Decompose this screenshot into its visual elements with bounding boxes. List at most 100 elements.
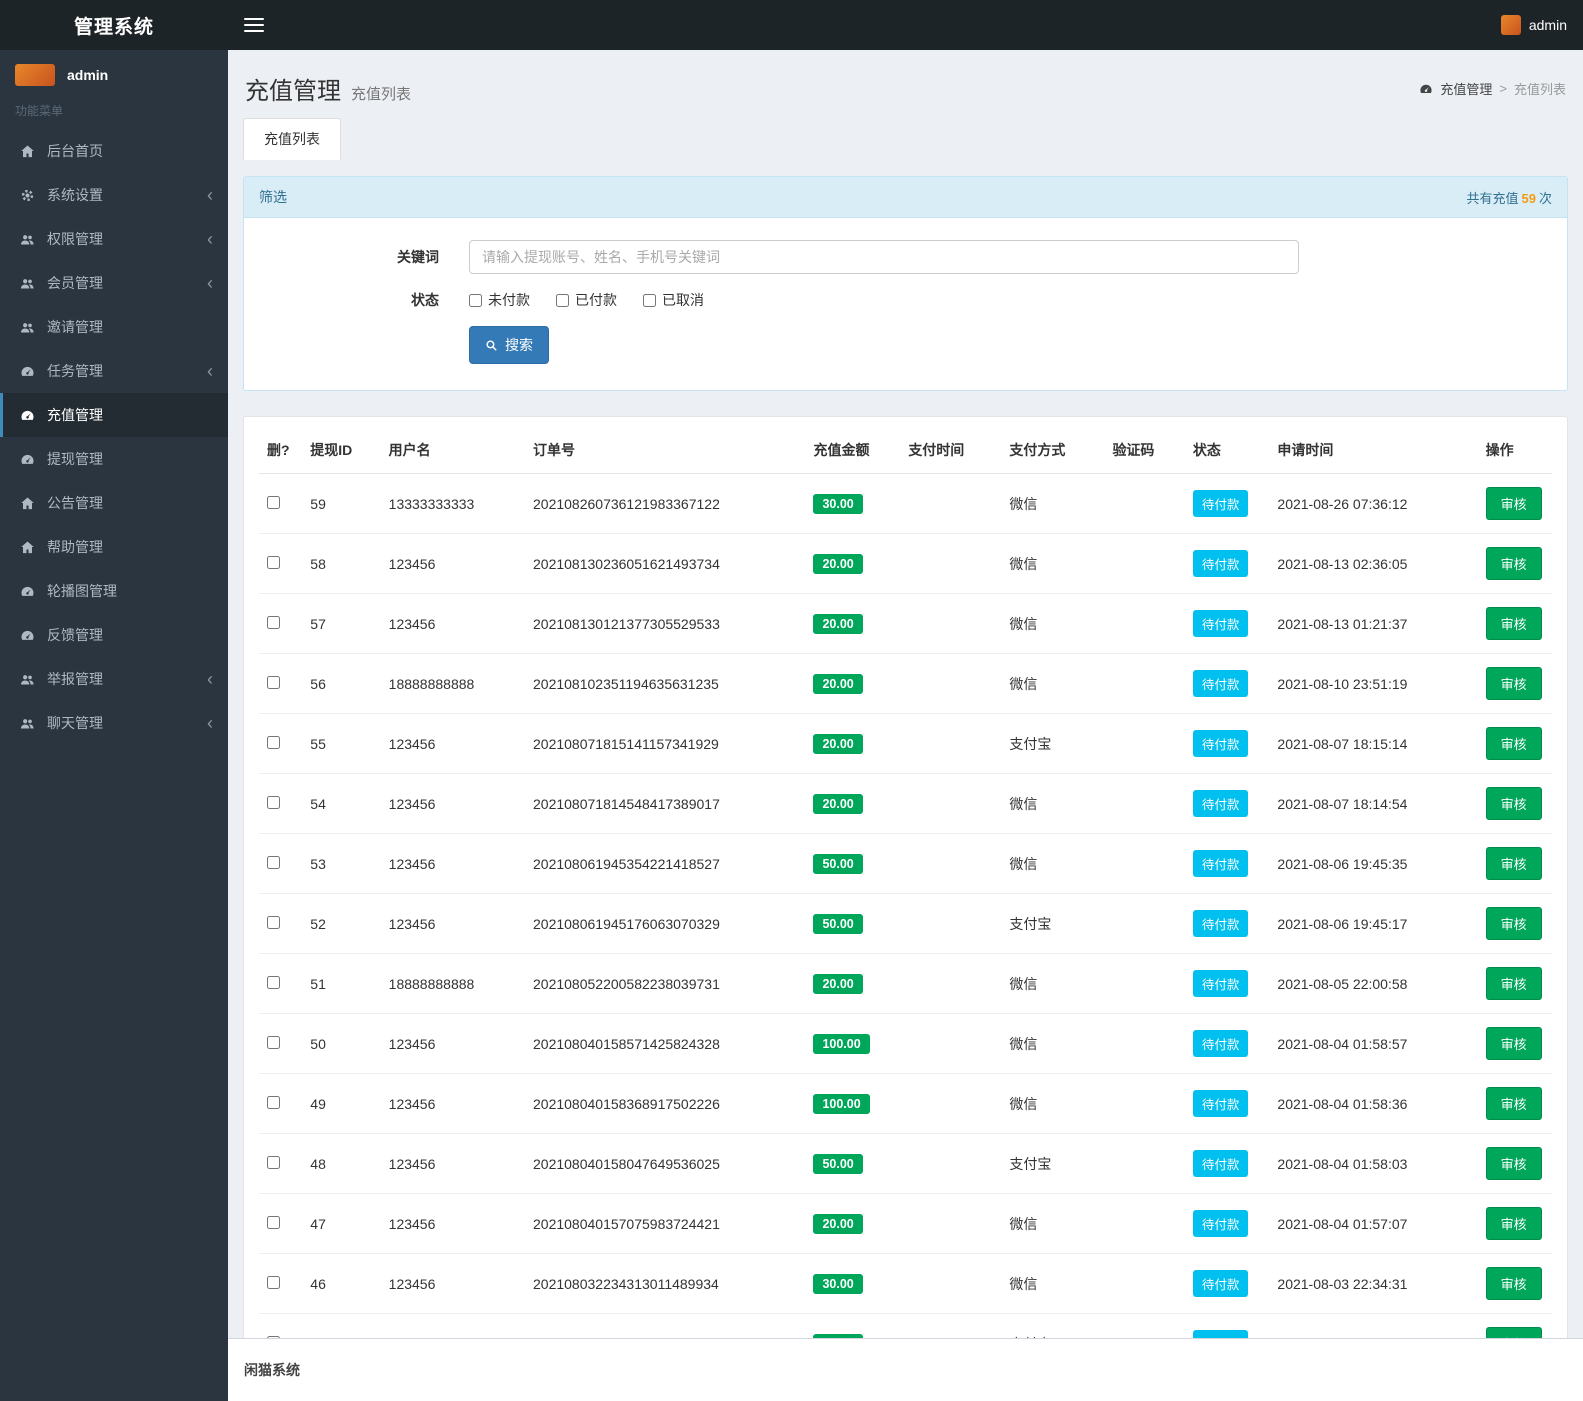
sidebar-item-11[interactable]: 反馈管理: [0, 613, 228, 657]
audit-button[interactable]: 审核: [1486, 1147, 1542, 1180]
audit-button[interactable]: 审核: [1486, 967, 1542, 1000]
pay-time: [900, 1254, 1001, 1314]
chevron-left-icon: ‹: [207, 274, 213, 292]
audit-button[interactable]: 审核: [1486, 1327, 1542, 1338]
apply-time: 2021-08-26 07:36:12: [1269, 474, 1477, 534]
status-option-label: 已取消: [662, 290, 704, 310]
audit-button[interactable]: 审核: [1486, 547, 1542, 580]
order-no: 202108061945176063070329: [525, 894, 805, 954]
breadcrumb-root-link[interactable]: 充值管理: [1440, 79, 1492, 98]
audit-button[interactable]: 审核: [1486, 907, 1542, 940]
delete-checkbox[interactable]: [267, 1096, 280, 1109]
chevron-left-icon: ‹: [207, 230, 213, 248]
page-title: 充值管理: [245, 71, 341, 106]
delete-checkbox[interactable]: [267, 616, 280, 629]
user-avatar-small: [1501, 15, 1521, 35]
audit-button[interactable]: 审核: [1486, 1207, 1542, 1240]
delete-checkbox[interactable]: [267, 1216, 280, 1229]
amount-badge: 50.00: [813, 914, 862, 934]
audit-button[interactable]: 审核: [1486, 1087, 1542, 1120]
username: 123456: [381, 894, 525, 954]
sidebar-item-label: 提现管理: [47, 449, 103, 469]
sidebar-item-1[interactable]: 系统设置‹: [0, 173, 228, 217]
search-button[interactable]: 搜索: [469, 326, 549, 364]
order-no: 202108260736121983367122: [525, 474, 805, 534]
verify-code: [1104, 534, 1184, 594]
username: 123456: [381, 534, 525, 594]
status-option-2[interactable]: 已取消: [643, 290, 704, 310]
keyword-input[interactable]: [469, 240, 1299, 274]
table-row: 5812345620210813023605162149373420.00微信待…: [259, 534, 1552, 594]
status-checkbox[interactable]: [643, 294, 656, 307]
order-no: 202108040158571425824328: [525, 1014, 805, 1074]
pay-method: 微信: [1001, 474, 1104, 534]
delete-checkbox[interactable]: [267, 496, 280, 509]
pay-method: 微信: [1001, 1014, 1104, 1074]
delete-checkbox[interactable]: [267, 976, 280, 989]
column-header: 订单号: [525, 427, 805, 474]
delete-checkbox[interactable]: [267, 1156, 280, 1169]
verify-code: [1104, 594, 1184, 654]
delete-checkbox[interactable]: [267, 1036, 280, 1049]
status-badge: 待付款: [1193, 1270, 1249, 1297]
pay-time: [900, 1014, 1001, 1074]
sidebar-user-panel: admin: [0, 50, 228, 90]
audit-button[interactable]: 审核: [1486, 1027, 1542, 1060]
audit-button[interactable]: 审核: [1486, 607, 1542, 640]
sidebar-item-9[interactable]: 帮助管理: [0, 525, 228, 569]
status-checkbox[interactable]: [556, 294, 569, 307]
verify-code: [1104, 774, 1184, 834]
sidebar-item-12[interactable]: 举报管理‹: [0, 657, 228, 701]
delete-checkbox[interactable]: [267, 736, 280, 749]
sidebar-item-10[interactable]: 轮播图管理: [0, 569, 228, 613]
delete-checkbox[interactable]: [267, 1276, 280, 1289]
status-badge: 待付款: [1193, 610, 1249, 637]
amount-badge: 20.00: [813, 1214, 862, 1234]
app-brand[interactable]: 管理系统: [0, 0, 228, 50]
breadcrumb-separator: >: [1499, 81, 1507, 96]
pay-time: [900, 1314, 1001, 1339]
status-option-1[interactable]: 已付款: [556, 290, 617, 310]
status-checkbox[interactable]: [469, 294, 482, 307]
table-row: 4712345620210804015707598372442120.00微信待…: [259, 1194, 1552, 1254]
apply-time: 2021-08-03 22:34:20: [1269, 1314, 1477, 1339]
sidebar-toggle-icon[interactable]: [244, 18, 264, 32]
delete-checkbox[interactable]: [267, 856, 280, 869]
delete-checkbox[interactable]: [267, 916, 280, 929]
audit-button[interactable]: 审核: [1486, 667, 1542, 700]
tab-recharge-list[interactable]: 充值列表: [243, 118, 341, 160]
sidebar-item-5[interactable]: 任务管理‹: [0, 349, 228, 393]
withdraw-id: 52: [302, 894, 380, 954]
username: 123456: [381, 1314, 525, 1339]
audit-button[interactable]: 审核: [1486, 1267, 1542, 1300]
sidebar-item-2[interactable]: 权限管理‹: [0, 217, 228, 261]
table-row: 5712345620210813012137730552953320.00微信待…: [259, 594, 1552, 654]
table-row: 4512345620210803223420579723533030.00支付宝…: [259, 1314, 1552, 1339]
status-option-0[interactable]: 未付款: [469, 290, 530, 310]
username: 13333333333: [381, 474, 525, 534]
sidebar-item-13[interactable]: 聊天管理‹: [0, 701, 228, 745]
sidebar-item-7[interactable]: 提现管理: [0, 437, 228, 481]
withdraw-id: 57: [302, 594, 380, 654]
sidebar-item-4[interactable]: 邀请管理: [0, 305, 228, 349]
audit-button[interactable]: 审核: [1486, 847, 1542, 880]
status-badge: 待付款: [1193, 970, 1249, 997]
delete-checkbox[interactable]: [267, 676, 280, 689]
apply-time: 2021-08-06 19:45:17: [1269, 894, 1477, 954]
sidebar-item-6[interactable]: 充值管理: [0, 393, 228, 437]
audit-button[interactable]: 审核: [1486, 487, 1542, 520]
order-no: 202108130236051621493734: [525, 534, 805, 594]
audit-button[interactable]: 审核: [1486, 727, 1542, 760]
status-badge: 待付款: [1193, 850, 1249, 877]
sidebar-item-3[interactable]: 会员管理‹: [0, 261, 228, 305]
sidebar-item-label: 系统设置: [47, 185, 103, 205]
sidebar-item-label: 充值管理: [47, 405, 103, 425]
withdraw-id: 59: [302, 474, 380, 534]
apply-time: 2021-08-06 19:45:35: [1269, 834, 1477, 894]
sidebar-item-8[interactable]: 公告管理: [0, 481, 228, 525]
sidebar-item-0[interactable]: 后台首页: [0, 129, 228, 173]
delete-checkbox[interactable]: [267, 796, 280, 809]
audit-button[interactable]: 审核: [1486, 787, 1542, 820]
user-menu[interactable]: admin: [1501, 15, 1567, 35]
delete-checkbox[interactable]: [267, 556, 280, 569]
